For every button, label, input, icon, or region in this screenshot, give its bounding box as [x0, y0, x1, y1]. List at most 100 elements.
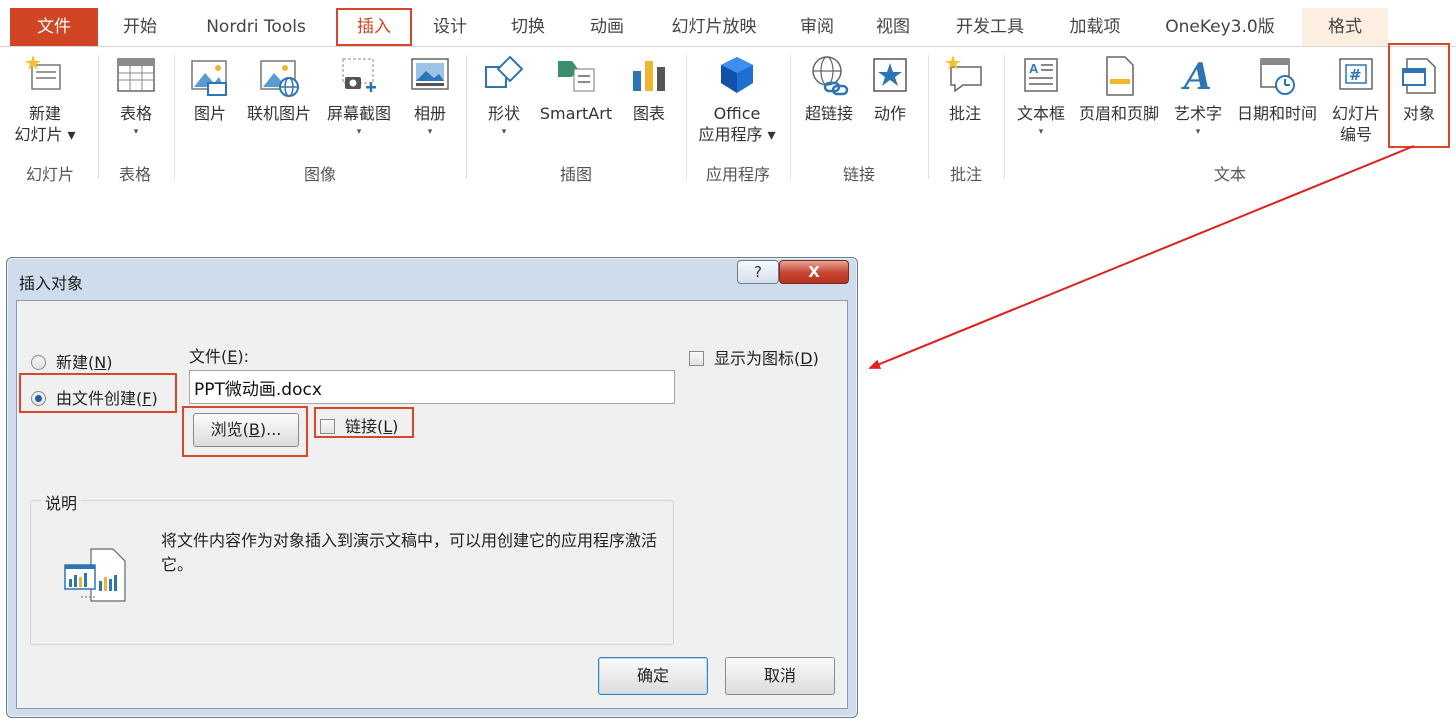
description-text: 将文件内容作为对象插入到演示文稿中，可以用创建它的应用程序激活它。 — [161, 531, 658, 574]
wordart-icon: A — [1181, 56, 1212, 98]
picture-icon — [191, 60, 227, 96]
link-label: 链接(L) — [345, 417, 399, 436]
display-as-icon-checkbox[interactable]: 显示为图标(D) — [689, 345, 819, 369]
tab-home[interactable]: 开始 — [110, 8, 170, 46]
shapes-button[interactable]: 形状 ▾ — [476, 53, 532, 138]
shapes-icon — [485, 55, 524, 88]
chevron-down-icon: ▾ — [427, 127, 433, 137]
date-time-button[interactable]: 日期和时间 — [1230, 53, 1324, 124]
new-slide-icon — [25, 55, 61, 90]
office-apps-label-1: Office — [713, 104, 761, 123]
tab-developer[interactable]: 开发工具 — [945, 8, 1035, 46]
chart-label: 图表 — [632, 104, 665, 123]
new-slide-button[interactable]: 新建 幻灯片 ▾ — [14, 53, 76, 145]
screenshot-label: 屏幕截图 — [326, 104, 391, 123]
group-separator — [98, 55, 99, 179]
action-star-icon — [873, 58, 907, 92]
tab-animations[interactable]: 动画 — [578, 8, 636, 46]
office-apps-button[interactable]: Office 应用程序 ▾ — [694, 53, 780, 145]
svg-text:#: # — [1349, 66, 1362, 84]
smartart-label: SmartArt — [539, 104, 613, 123]
file-path-input[interactable]: PPT微动画.docx — [189, 370, 675, 404]
screenshot-icon — [342, 58, 376, 92]
office-apps-label-2: 应用程序 ▾ — [698, 125, 776, 144]
group-label-links: 链接 — [842, 165, 875, 184]
tab-review[interactable]: 审阅 — [790, 8, 844, 46]
header-footer-icon — [1106, 56, 1134, 96]
chevron-down-icon: ▾ — [501, 127, 507, 137]
group-separator — [790, 55, 791, 179]
create-from-file-label: 由文件创建(F) — [56, 389, 158, 408]
display-as-icon-label: 显示为图标(D) — [714, 349, 819, 368]
group-separator — [174, 55, 175, 179]
group-separator — [466, 55, 467, 179]
textbox-button[interactable]: A 文本框 ▾ — [1012, 53, 1070, 138]
slide-number-label-1: 幻灯片 — [1331, 104, 1380, 123]
table-button[interactable]: 表格 ▾ — [108, 53, 164, 138]
group-separator — [686, 55, 687, 179]
hyperlink-icon — [812, 56, 849, 96]
tab-transitions[interactable]: 切换 — [500, 8, 556, 46]
browse-button[interactable]: 浏览(B)... — [193, 413, 299, 447]
new-slide-label-1: 新建 — [28, 104, 61, 123]
create-new-radio[interactable]: 新建(N) — [31, 349, 112, 373]
tab-file[interactable]: 文件 — [10, 8, 98, 46]
picture-button[interactable]: 图片 — [184, 53, 236, 124]
help-button[interactable]: ? — [737, 260, 779, 284]
create-new-label: 新建(N) — [56, 353, 113, 372]
tab-design[interactable]: 设计 — [422, 8, 478, 46]
checkbox[interactable] — [689, 351, 704, 366]
office-store-icon — [721, 57, 753, 93]
chevron-down-icon: ▾ — [1195, 127, 1201, 137]
screenshot-button[interactable]: 屏幕截图 ▾ — [320, 53, 398, 138]
checkbox[interactable] — [320, 419, 335, 434]
shapes-label: 形状 — [487, 104, 520, 123]
tab-nordri-tools[interactable]: Nordri Tools — [190, 8, 322, 46]
header-footer-button[interactable]: 页眉和页脚 — [1072, 53, 1166, 124]
radio-button[interactable] — [31, 355, 46, 370]
description-title: 说明 — [41, 490, 82, 514]
object-button-highlight — [1388, 43, 1450, 148]
hyperlink-label: 超链接 — [804, 104, 853, 123]
photo-album-button[interactable]: 相册 ▾ — [404, 53, 456, 138]
online-picture-button[interactable]: 联机图片 — [240, 53, 318, 124]
tab-onekey[interactable]: OneKey3.0版 — [1155, 8, 1285, 46]
smartart-button[interactable]: SmartArt — [534, 53, 618, 124]
table-label: 表格 — [119, 104, 152, 123]
tab-slideshow[interactable]: 幻灯片放映 — [658, 8, 770, 46]
table-icon — [117, 58, 155, 92]
date-time-label: 日期和时间 — [1236, 104, 1317, 123]
comment-button[interactable]: 批注 — [936, 53, 994, 124]
ribbon-insert: 新建 幻灯片 ▾ 表格 ▾ 图片 联机图片 屏幕截图 ▾ 相册 ▾ 形状 ▾ S… — [0, 47, 1456, 187]
hyperlink-button[interactable]: 超链接 — [798, 53, 860, 124]
tab-format[interactable]: 格式 — [1302, 8, 1388, 46]
wordart-label: 艺术字 — [1173, 104, 1222, 123]
chevron-down-icon: ▾ — [356, 127, 362, 137]
tab-view[interactable]: 视图 — [866, 8, 920, 46]
ok-button[interactable]: 确定 — [598, 657, 708, 695]
embedded-chart-document-icon — [64, 548, 126, 602]
group-label-apps: 应用程序 — [705, 165, 770, 184]
ribbon-tab-bar: 文件 开始 Nordri Tools 插入 设计 切换 动画 幻灯片放映 审阅 … — [0, 0, 1456, 50]
calendar-clock-icon — [1260, 58, 1295, 95]
chart-button[interactable]: 图表 — [624, 53, 674, 124]
online-picture-icon — [260, 60, 299, 97]
cancel-button[interactable]: 取消 — [725, 657, 835, 695]
create-from-file-radio[interactable]: 由文件创建(F) — [31, 385, 158, 409]
chart-icon — [633, 61, 665, 91]
action-label: 动作 — [873, 104, 906, 123]
action-button[interactable]: 动作 — [864, 53, 916, 124]
radio-button-selected[interactable] — [31, 391, 46, 406]
online-picture-label: 联机图片 — [246, 104, 311, 123]
comment-label: 批注 — [948, 104, 981, 123]
slide-number-button[interactable]: # 幻灯片 编号 — [1326, 53, 1386, 145]
tab-addins[interactable]: 加载项 — [1058, 8, 1132, 46]
tab-insert[interactable]: 插入 — [336, 8, 412, 46]
insert-object-dialog: 插入对象 ? X 新建(N) 由文件创建(F) 文件(E): PPT微动画.do… — [6, 257, 858, 718]
chevron-down-icon: ▾ — [133, 127, 139, 137]
close-button[interactable]: X — [779, 260, 849, 284]
wordart-button[interactable]: A 艺术字 ▾ — [1168, 53, 1228, 138]
link-checkbox[interactable]: 链接(L) — [320, 413, 398, 437]
dialog-title: 插入对象 — [19, 274, 84, 293]
group-label-tables: 表格 — [118, 165, 151, 184]
